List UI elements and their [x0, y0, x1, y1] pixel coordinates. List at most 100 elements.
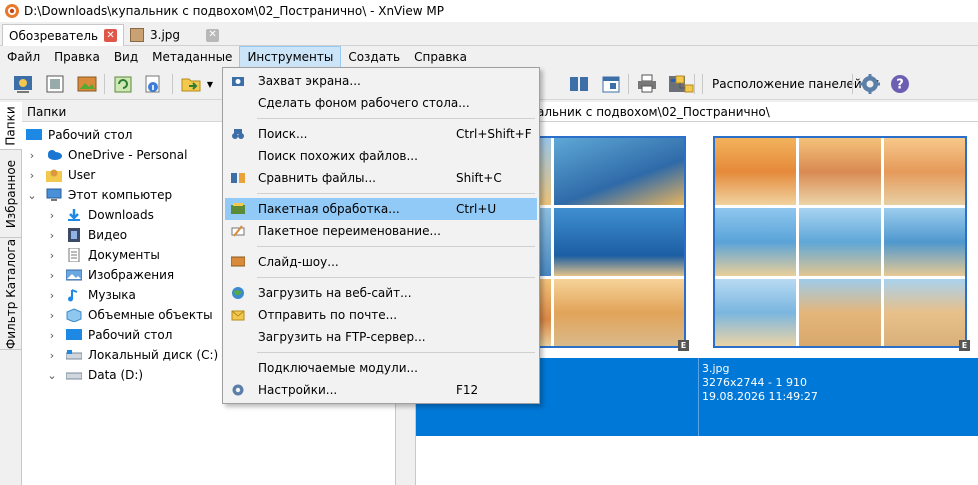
tree-item-label: Этот компьютер — [68, 188, 173, 202]
menu-item-set-wallpaper[interactable]: Сделать фоном рабочего стола... — [225, 92, 537, 114]
chevron-right-icon[interactable]: › — [46, 309, 58, 322]
dropdown-arrow-icon: ▼ — [206, 79, 214, 89]
tab-image[interactable]: 3.jpg ✕ — [124, 24, 225, 46]
chevron-right-icon[interactable]: › — [46, 229, 58, 242]
chevron-right-icon[interactable]: › — [46, 209, 58, 222]
tab-bar: Обозреватель ✕ 3.jpg ✕ — [0, 22, 978, 46]
image-thumbnail-icon — [130, 28, 144, 42]
vtab-folders[interactable]: Папки — [0, 102, 22, 150]
close-icon[interactable]: ✕ — [104, 29, 118, 42]
tree-item-drive-c[interactable]: › Локальный диск (C:) — [46, 345, 218, 365]
chevron-down-icon[interactable]: ⌄ — [46, 369, 58, 382]
vtab-label: Папки — [4, 105, 18, 146]
tree-item-desktop[interactable]: › Рабочий стол — [46, 325, 173, 345]
menu-item-screen-capture[interactable]: Захват экрана... — [225, 70, 537, 92]
shortcut-label: Ctrl+U — [456, 202, 497, 216]
camera-icon — [232, 77, 244, 86]
menu-item-find-similar[interactable]: Поиск похожих файлов... — [225, 145, 537, 167]
compare-button[interactable] — [566, 71, 592, 97]
menu-item-batch-rename[interactable]: Пакетное переименование... — [225, 220, 537, 242]
chevron-right-icon[interactable]: › — [26, 169, 38, 182]
menu-item-slideshow[interactable]: Слайд-шоу... — [225, 251, 537, 273]
calendar-button[interactable] — [598, 71, 624, 97]
pictures-icon — [66, 269, 82, 281]
settings-button[interactable] — [857, 71, 883, 97]
tree-item-drive-d[interactable]: ⌄ Data (D:) — [46, 365, 143, 385]
tree-item-this-pc[interactable]: ⌄ Этот компьютер — [26, 185, 172, 205]
menu-item-settings[interactable]: Настройки... F12 — [225, 379, 537, 401]
chevron-right-icon[interactable]: › — [26, 149, 38, 162]
chevron-right-icon[interactable]: › — [46, 329, 58, 342]
vtab-label: Избранное — [4, 159, 18, 228]
drive-icon — [66, 350, 82, 360]
help-button[interactable]: ? — [887, 71, 913, 97]
menu-item-search[interactable]: Поиск... Ctrl+Shift+F — [225, 123, 537, 145]
vtab-label: Фильтр Каталога — [4, 238, 18, 349]
menu-item-upload-web[interactable]: Загрузить на веб-сайт... — [225, 282, 537, 304]
print-button[interactable] — [634, 71, 660, 97]
folder-arrow-icon — [181, 78, 201, 92]
computer-icon — [46, 188, 62, 201]
shortcut-label: F12 — [456, 383, 479, 397]
tree-item-user[interactable]: › User — [26, 165, 95, 185]
menu-view[interactable]: Вид — [107, 46, 145, 68]
slideshow-button[interactable] — [74, 71, 100, 97]
menu-item-batch-convert[interactable]: Пакетная обработка... Ctrl+U — [225, 198, 537, 220]
menu-file[interactable]: Файл — [0, 46, 47, 68]
3d-objects-icon — [66, 308, 82, 322]
info-button[interactable] — [140, 71, 166, 97]
cloud-icon — [48, 150, 62, 160]
tree-item-3d-objects[interactable]: › Объемные объекты — [46, 305, 213, 325]
fullscreen-icon — [46, 75, 64, 93]
vtab-favorites[interactable]: Избранное — [0, 150, 22, 238]
tree-item-label: Data (D:) — [88, 368, 144, 382]
thumbnail-filename: 3.jpg — [702, 362, 730, 375]
fullscreen-button[interactable] — [42, 71, 68, 97]
chevron-right-icon[interactable]: › — [46, 289, 58, 302]
tree-item-label: Видео — [88, 228, 128, 242]
thumbnail-item[interactable]: E 3.jpg 3276x2744 - 1 910 19.08.2026 11:… — [699, 122, 978, 436]
close-icon[interactable]: ✕ — [206, 28, 220, 42]
compare-icon — [570, 77, 588, 91]
tree-item-downloads[interactable]: › Downloads — [46, 205, 154, 225]
menu-tools[interactable]: Инструменты — [239, 46, 342, 68]
menu-metadata[interactable]: Метаданные — [145, 46, 239, 68]
tree-item-label: Рабочий стол — [88, 328, 173, 342]
tree-item-label: Изображения — [88, 268, 175, 282]
menu-edit[interactable]: Правка — [47, 46, 107, 68]
menu-help[interactable]: Справка — [407, 46, 474, 68]
music-icon — [68, 289, 78, 302]
layout-button[interactable] — [672, 71, 698, 97]
menu-item-compare-files[interactable]: Сравнить файлы... Shift+C — [225, 167, 537, 189]
tree-item-onedrive[interactable]: › OneDrive - Personal — [26, 145, 188, 165]
eye-image-icon — [14, 76, 32, 93]
edited-badge-icon: E — [959, 340, 970, 351]
mail-icon — [231, 310, 245, 321]
export-dropdown-button[interactable]: ▼ — [204, 71, 216, 97]
tab-browser[interactable]: Обозреватель ✕ — [2, 24, 125, 46]
menu-item-upload-ftp[interactable]: Загрузить на FTP-сервер... — [225, 326, 537, 348]
chevron-right-icon[interactable]: › — [46, 349, 58, 362]
vtab-catalog-filter[interactable]: Фильтр Каталога — [0, 238, 22, 350]
chevron-right-icon[interactable]: › — [46, 269, 58, 282]
tree-item-music[interactable]: › Музыка — [46, 285, 136, 305]
thumbnail-info: 3276x2744 - 1 910 — [702, 376, 807, 389]
menu-item-plugins[interactable]: Подключаемые модули... — [225, 357, 537, 379]
preview-button[interactable] — [10, 71, 36, 97]
menu-item-send-mail[interactable]: Отправить по почте... — [225, 304, 537, 326]
menu-create[interactable]: Создать — [341, 46, 407, 68]
refresh-button[interactable] — [110, 71, 136, 97]
tree-item-pictures[interactable]: › Изображения — [46, 265, 174, 285]
desktop-icon — [66, 329, 82, 340]
tree-item-desktop-root[interactable]: Рабочий стол — [26, 125, 132, 145]
slideshow-icon — [231, 256, 245, 267]
chevron-down-icon[interactable]: ⌄ — [26, 189, 38, 202]
chevron-right-icon[interactable]: › — [46, 249, 58, 262]
shortcut-label: Ctrl+Shift+F — [456, 127, 532, 141]
tree-item-video[interactable]: › Видео — [46, 225, 127, 245]
tree-item-documents[interactable]: › Документы — [46, 245, 160, 265]
tools-menu-dropdown: Захват экрана... Сделать фоном рабочего … — [222, 67, 540, 404]
window-title: D:\Downloads\купальник с подвохом\02_Пос… — [24, 4, 444, 18]
export-button[interactable] — [178, 71, 204, 97]
panels-layout-dropdown[interactable]: Расположение панелей ▼ — [712, 71, 879, 97]
